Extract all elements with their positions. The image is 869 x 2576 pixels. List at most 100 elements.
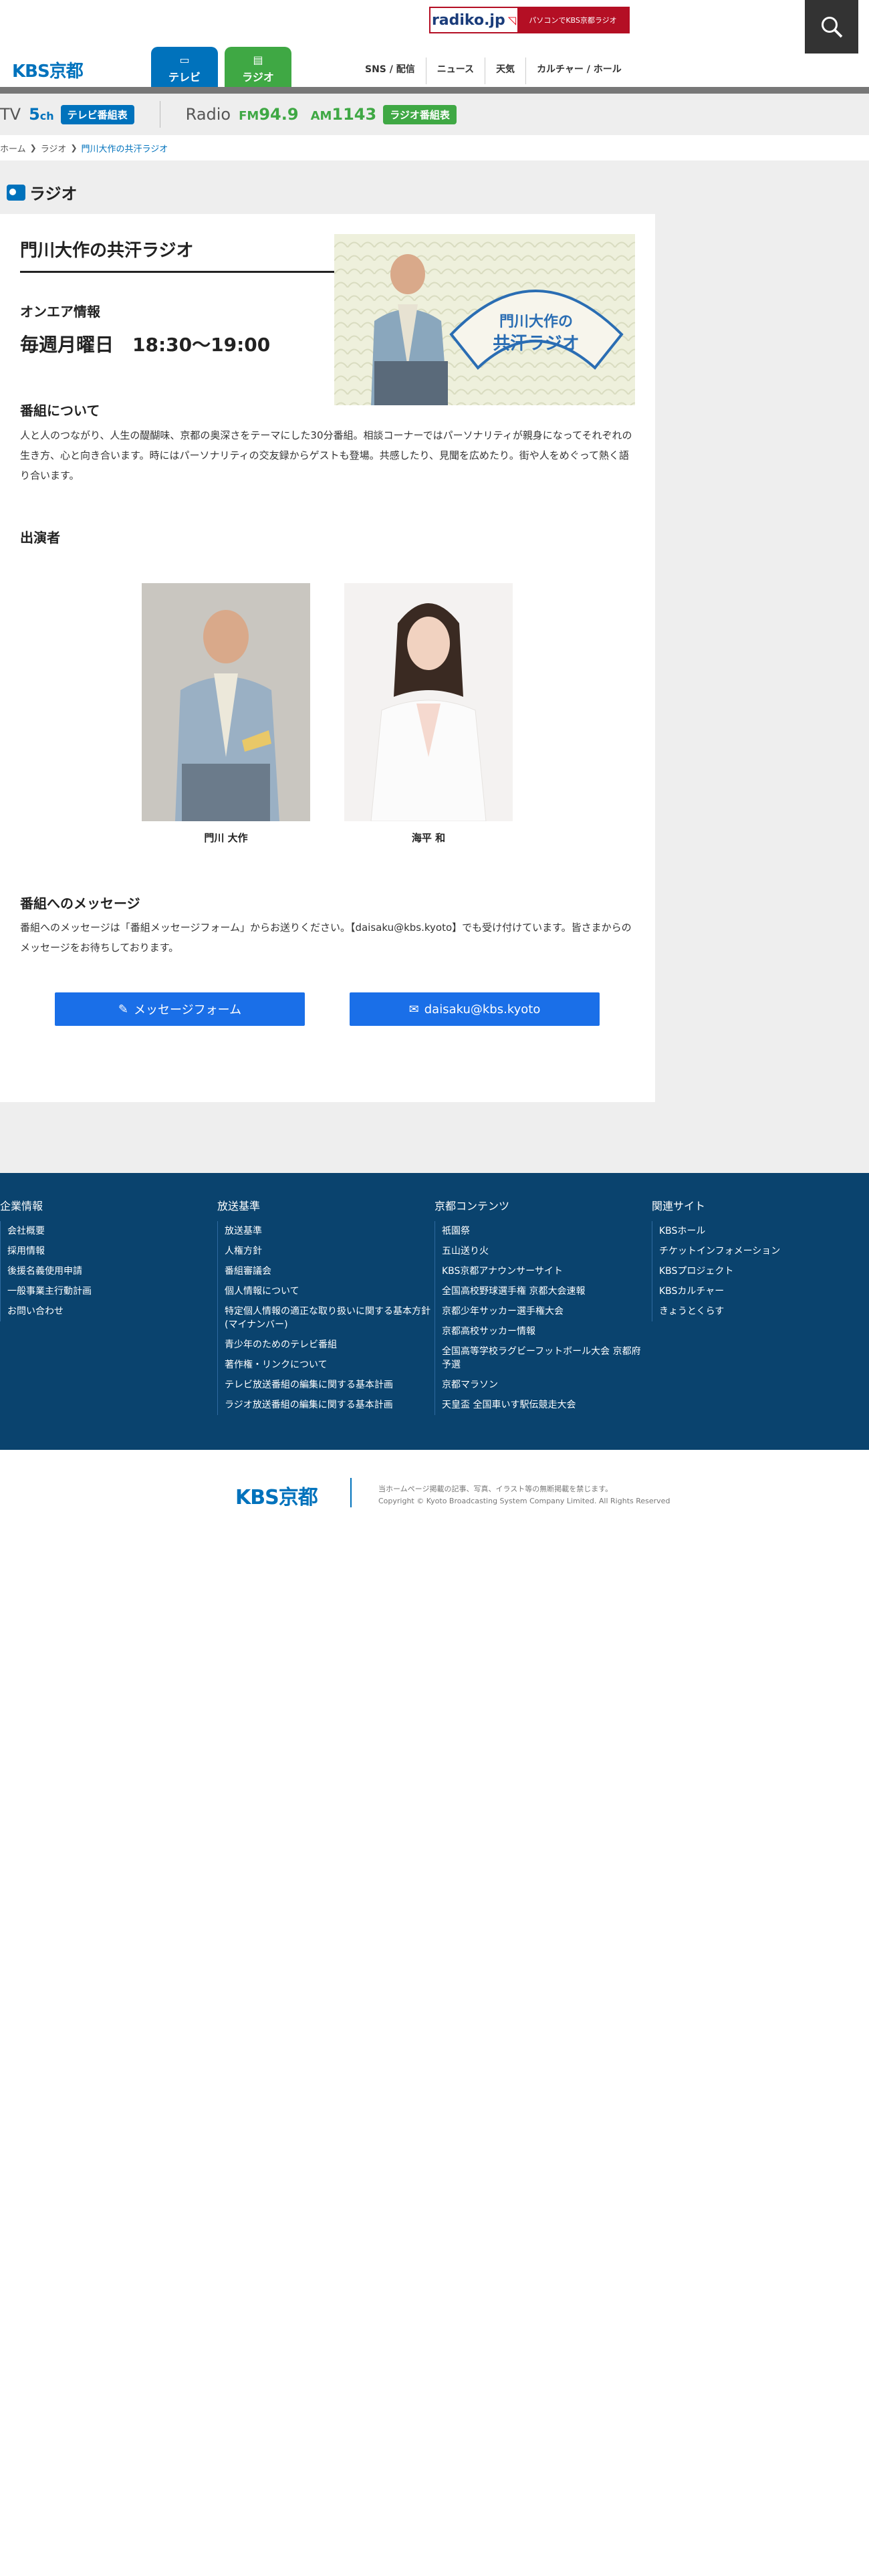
cast-photo (142, 583, 310, 821)
breadcrumb-home[interactable]: ホーム (0, 142, 26, 154)
message-form-label: メッセージフォーム (133, 1003, 242, 1017)
footer-link[interactable]: KBS京都アナウンサーサイト (442, 1261, 648, 1281)
radiko-logo-text: radiko.jp (431, 11, 505, 29)
image-caption-2: 共汗ラジオ (493, 334, 579, 354)
onair-label: オンエア情報 (20, 304, 100, 320)
footer-link[interactable]: 天皇盃 全国車いす駅伝競走大会 (442, 1395, 648, 1415)
tab-radio[interactable]: ▤ ラジオ (225, 47, 291, 88)
footer-link[interactable]: 後援名義使用申請 (7, 1261, 214, 1281)
section-title-text: ラジオ (29, 185, 78, 203)
copyright-line-2: Copyright © Kyoto Broadcasting System Co… (378, 1497, 670, 1505)
footer-link[interactable]: 放送基準 (225, 1221, 431, 1241)
footer-link[interactable]: 人権方針 (225, 1241, 431, 1261)
am-freq: 1143 (332, 105, 377, 124)
footer-column-related: 関連サイト KBSホール チケットインフォメーション KBSプロジェクト KBS… (652, 1197, 866, 1321)
search-button[interactable] (805, 0, 858, 53)
footer-link[interactable]: チケットインフォメーション (659, 1241, 866, 1261)
site-header: radiko.jp ◹ パソコンでKBS京都ラジオ KBS京都 ▭ テレビ ▤ ラ… (0, 0, 869, 88)
envelope-icon: ✉ (408, 1002, 419, 1016)
chevron-right-icon: ❯ (70, 143, 78, 152)
main-content: ラジオ 門川大作の共汗ラジオ 門川大作の 共汗ラジオ オンエア情報 毎週月曜日 … (0, 160, 869, 1173)
copyright-area: KBS京都 当ホームページ掲載の記事、写真、イラスト等の無断掲載を禁じます。 C… (0, 1450, 869, 1543)
footer-link[interactable]: 全国高等学校ラグビーフットボール大会 京都府予選 (442, 1341, 648, 1375)
nav-weather[interactable]: 天気 (485, 58, 525, 84)
cast-photo-2 (344, 583, 513, 821)
footer-link[interactable]: KBSホール (659, 1221, 866, 1241)
footer-link[interactable]: 著作権・リンクについて (225, 1355, 431, 1375)
footer-link[interactable]: 全国高校野球選手権 京都大会速報 (442, 1281, 648, 1301)
tv-schedule-button[interactable]: テレビ番組表 (60, 104, 134, 124)
footer-link[interactable]: 番組審議会 (225, 1261, 431, 1281)
footer-link[interactable]: 個人情報について (225, 1281, 431, 1301)
cast-member: 海平 和 (344, 583, 513, 845)
footer-heading: 企業情報 (0, 1200, 43, 1212)
tab-tv[interactable]: ▭ テレビ (151, 47, 218, 88)
breadcrumb-current: 門川大作の共汗ラジオ (81, 144, 168, 154)
cast-member: 門川 大作 (142, 583, 310, 845)
message-text: 番組へのメッセージは「番組メッセージフォーム」からお送りください。【daisak… (20, 922, 632, 954)
cast-photo-1 (142, 583, 310, 821)
copyright-divider (350, 1478, 352, 1507)
tv-icon: ▭ (179, 53, 190, 66)
radio-icon: ▤ (253, 53, 263, 66)
nav-sns[interactable]: SNS / 配信 (354, 58, 426, 84)
footer-link[interactable]: 京都高校サッカー情報 (442, 1321, 648, 1341)
radio-icon (7, 184, 25, 201)
header-divider-bar (0, 87, 869, 94)
footer-link[interactable]: 京都少年サッカー選手権大会 (442, 1301, 648, 1321)
tab-radio-label: ラジオ (242, 71, 274, 84)
about-label: 番組について (20, 403, 100, 419)
onair-time: 毎週月曜日 18:30〜19:00 (20, 334, 271, 356)
cast-name: 海平 和 (411, 832, 446, 844)
footer-heading: 放送基準 (217, 1200, 261, 1212)
footer-link[interactable]: 五山送り火 (442, 1241, 648, 1261)
chevron-right-icon: ❯ (29, 143, 37, 152)
top-nav: SNS / 配信 ニュース 天気 カルチャー / ホール (354, 58, 632, 84)
message-form-button[interactable]: ✎ メッセージフォーム (55, 992, 305, 1026)
radio-label: Radio (185, 105, 231, 124)
footer-link[interactable]: KBSプロジェクト (659, 1261, 866, 1281)
radiko-banner-text: パソコンでKBS京都ラジオ (517, 8, 628, 32)
email-label: daisaku@kbs.kyoto (424, 1002, 541, 1016)
footer-link[interactable]: きょうとくらす (659, 1301, 866, 1321)
footer-link[interactable]: ラジオ放送番組の編集に関する基本計画 (225, 1395, 431, 1415)
footer-heading: 関連サイト (652, 1200, 706, 1212)
email-button[interactable]: ✉ daisaku@kbs.kyoto (350, 992, 600, 1026)
footer-link[interactable]: 祇園祭 (442, 1221, 648, 1241)
footer-link[interactable]: 京都マラソン (442, 1375, 648, 1395)
signal-icon: ◹ (507, 13, 517, 27)
footer-link[interactable]: 青少年のためのテレビ番組 (225, 1335, 431, 1355)
copyright-line-1: 当ホームページ掲載の記事、写真、イラスト等の無断掲載を禁じます。 (378, 1485, 613, 1493)
cast-photo (344, 583, 513, 821)
radiko-banner[interactable]: radiko.jp ◹ パソコンでKBS京都ラジオ (429, 7, 630, 33)
program-card: 門川大作の共汗ラジオ 門川大作の 共汗ラジオ オンエア情報 毎週月曜日 18:3… (0, 214, 655, 1102)
tv-channel-unit: ch (39, 110, 54, 122)
am-label: AM (310, 109, 332, 123)
message-label: 番組へのメッセージ (20, 895, 140, 911)
breadcrumb: ホーム ❯ ラジオ ❯ 門川大作の共汗ラジオ (0, 138, 168, 158)
footer-link[interactable]: テレビ放送番組の編集に関する基本計画 (225, 1375, 431, 1395)
footer-logo[interactable]: KBS京都 (235, 1481, 318, 1510)
footer-heading: 京都コンテンツ (434, 1200, 510, 1212)
breadcrumb-radio[interactable]: ラジオ (41, 142, 67, 154)
fm-freq: 94.9 (259, 105, 299, 124)
radiko-logo: radiko.jp ◹ (430, 8, 517, 32)
channel-bar: TV 5ch テレビ番組表 Radio FM94.9 AM1143 ラジオ番組表 (0, 94, 869, 135)
section-title: ラジオ (7, 181, 78, 204)
site-logo[interactable]: KBS京都 (12, 58, 84, 82)
tv-channel: 5ch (29, 105, 54, 124)
fm-label: FM (239, 109, 259, 123)
tv-label: TV (0, 105, 21, 124)
footer-link[interactable]: 採用情報 (7, 1241, 214, 1261)
footer-link[interactable]: KBSカルチャー (659, 1281, 866, 1301)
nav-culture[interactable]: カルチャー / ホール (525, 58, 632, 84)
program-title: 門川大作の共汗ラジオ (20, 237, 334, 273)
footer-link[interactable]: お問い合わせ (7, 1301, 214, 1321)
radio-schedule-button[interactable]: ラジオ番組表 (383, 104, 457, 124)
nav-news[interactable]: ニュース (425, 58, 485, 84)
footer-link[interactable]: 特定個人情報の適正な取り扱いに関する基本方針(マイナンバー) (225, 1301, 431, 1335)
footer-column-company: 企業情報 会社概要 採用情報 後援名義使用申請 一般事業主行動計画 お問い合わせ (0, 1197, 214, 1321)
tab-tv-label: テレビ (168, 71, 201, 84)
footer-link[interactable]: 一般事業主行動計画 (7, 1281, 214, 1301)
footer-link[interactable]: 会社概要 (7, 1221, 214, 1241)
